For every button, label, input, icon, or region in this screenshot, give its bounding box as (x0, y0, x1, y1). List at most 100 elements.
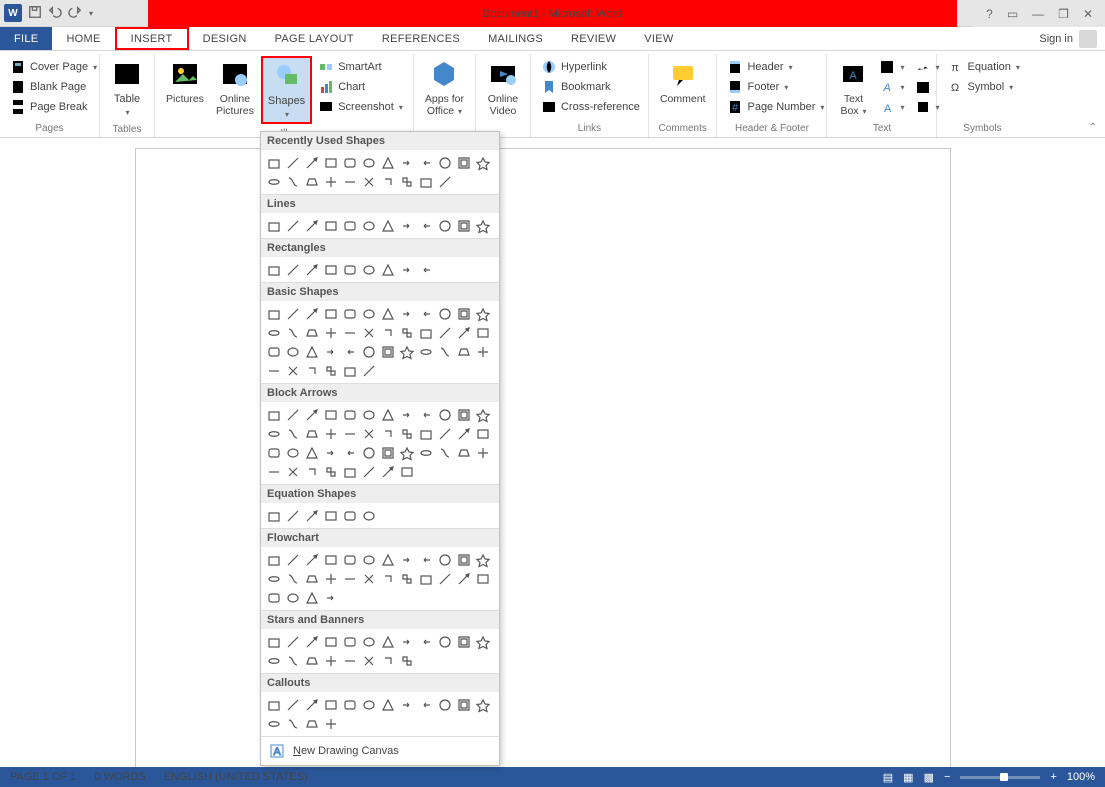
shape-item[interactable] (360, 173, 377, 190)
shape-item[interactable] (322, 589, 339, 606)
shape-item[interactable] (303, 715, 320, 732)
shape-item[interactable] (265, 715, 282, 732)
shape-item[interactable] (265, 362, 282, 379)
shape-item[interactable] (284, 507, 301, 524)
shape-item[interactable] (398, 217, 415, 234)
shape-item[interactable] (284, 406, 301, 423)
save-icon[interactable] (28, 5, 42, 22)
shape-item[interactable] (341, 463, 358, 480)
page-break-button[interactable]: Page Break (6, 98, 101, 116)
online-pictures-button[interactable]: OnlinePictures (211, 56, 259, 119)
table-button[interactable]: Table▾ (106, 56, 148, 120)
shape-item[interactable] (284, 425, 301, 442)
shape-item[interactable] (303, 444, 320, 461)
shape-item[interactable] (455, 551, 472, 568)
shape-item[interactable] (417, 406, 434, 423)
shape-item[interactable] (265, 217, 282, 234)
shape-item[interactable] (303, 652, 320, 669)
shape-item[interactable] (379, 633, 396, 650)
shape-item[interactable] (474, 425, 491, 442)
shape-item[interactable] (417, 425, 434, 442)
shape-item[interactable] (303, 305, 320, 322)
shape-item[interactable] (436, 633, 453, 650)
shape-item[interactable] (284, 173, 301, 190)
blank-page-button[interactable]: Blank Page (6, 78, 101, 96)
tab-file[interactable]: FILE (0, 27, 52, 50)
shape-item[interactable] (322, 261, 339, 278)
tab-review[interactable]: REVIEW (557, 27, 630, 50)
shape-item[interactable] (436, 154, 453, 171)
shape-item[interactable] (322, 633, 339, 650)
shape-item[interactable] (436, 406, 453, 423)
smartart-button[interactable]: SmartArt (314, 58, 407, 76)
shape-item[interactable] (341, 570, 358, 587)
shape-item[interactable] (341, 261, 358, 278)
tab-mailings[interactable]: MAILINGS (474, 27, 557, 50)
shape-item[interactable] (284, 715, 301, 732)
shape-item[interactable] (360, 324, 377, 341)
tab-home[interactable]: HOME (52, 27, 114, 50)
shape-item[interactable] (436, 570, 453, 587)
shape-item[interactable] (303, 633, 320, 650)
shape-item[interactable] (474, 551, 491, 568)
tab-page-layout[interactable]: PAGE LAYOUT (261, 27, 368, 50)
shape-item[interactable] (379, 652, 396, 669)
shape-item[interactable] (284, 305, 301, 322)
new-drawing-canvas[interactable]: ANew Drawing Canvas (261, 736, 499, 765)
shape-item[interactable] (417, 173, 434, 190)
shape-item[interactable] (379, 305, 396, 322)
shape-item[interactable] (284, 551, 301, 568)
shapes-button[interactable]: Shapes▾ (261, 56, 312, 124)
shape-item[interactable] (474, 696, 491, 713)
shape-item[interactable] (455, 217, 472, 234)
shape-item[interactable] (398, 551, 415, 568)
shape-item[interactable] (303, 589, 320, 606)
shape-item[interactable] (379, 551, 396, 568)
hyperlink-button[interactable]: Hyperlink (537, 58, 644, 76)
collapse-ribbon-icon[interactable]: ⌃ (1089, 122, 1097, 133)
shape-item[interactable] (379, 324, 396, 341)
shape-item[interactable] (284, 261, 301, 278)
shape-item[interactable] (474, 154, 491, 171)
shape-item[interactable] (284, 633, 301, 650)
web-layout-icon[interactable]: ▩ (924, 771, 934, 784)
shape-item[interactable] (417, 551, 434, 568)
shape-item[interactable] (436, 343, 453, 360)
shape-item[interactable] (265, 570, 282, 587)
shape-item[interactable] (303, 463, 320, 480)
shape-item[interactable] (417, 570, 434, 587)
language-indicator[interactable]: ENGLISH (UNITED STATES) (164, 771, 308, 783)
shape-item[interactable] (379, 444, 396, 461)
shape-item[interactable] (265, 652, 282, 669)
quick-parts-button[interactable]: ▾ (875, 58, 908, 76)
shape-item[interactable] (360, 305, 377, 322)
undo-icon[interactable] (48, 5, 62, 22)
shape-item[interactable] (455, 324, 472, 341)
shape-item[interactable] (303, 343, 320, 360)
shape-item[interactable] (417, 261, 434, 278)
shape-item[interactable] (284, 343, 301, 360)
shape-item[interactable] (455, 570, 472, 587)
shape-item[interactable] (341, 507, 358, 524)
shape-item[interactable] (303, 324, 320, 341)
shape-item[interactable] (265, 589, 282, 606)
shape-item[interactable] (436, 324, 453, 341)
shape-item[interactable] (322, 425, 339, 442)
shape-item[interactable] (341, 362, 358, 379)
page-number-button[interactable]: #Page Number▾ (723, 98, 828, 116)
shape-item[interactable] (341, 406, 358, 423)
shape-item[interactable] (303, 173, 320, 190)
shape-item[interactable] (398, 463, 415, 480)
shape-item[interactable] (303, 425, 320, 442)
shape-item[interactable] (341, 551, 358, 568)
shape-item[interactable] (265, 633, 282, 650)
drop-cap-button[interactable]: A▾ (875, 98, 908, 116)
shape-item[interactable] (360, 633, 377, 650)
shape-item[interactable] (322, 444, 339, 461)
shape-item[interactable] (398, 444, 415, 461)
chart-button[interactable]: Chart (314, 78, 407, 96)
shape-item[interactable] (474, 633, 491, 650)
shape-item[interactable] (436, 444, 453, 461)
shape-item[interactable] (322, 362, 339, 379)
shape-item[interactable] (265, 261, 282, 278)
